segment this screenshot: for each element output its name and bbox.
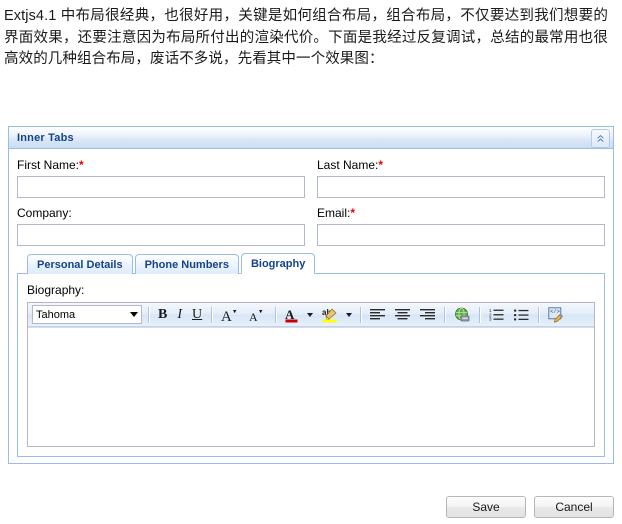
form-row-company-email: Company: Email:* bbox=[17, 205, 605, 246]
email-input[interactable] bbox=[317, 224, 605, 246]
toolbar-separator bbox=[479, 307, 480, 323]
ordered-list-icon[interactable]: 1 2 3 bbox=[484, 304, 509, 326]
underline-icon[interactable]: U bbox=[187, 304, 207, 326]
last-name-input[interactable] bbox=[317, 176, 605, 198]
biography-label: Biography: bbox=[27, 282, 595, 298]
tab-body-biography: Biography: Tahoma B I bbox=[17, 273, 605, 457]
align-left-icon[interactable] bbox=[365, 304, 390, 326]
toolbar-separator bbox=[275, 307, 276, 323]
email-label: Email: bbox=[317, 206, 350, 220]
font-color-dropdown-icon[interactable] bbox=[304, 304, 317, 326]
field-last-name: Last Name:* bbox=[317, 157, 605, 198]
tab-phone-numbers[interactable]: Phone Numbers bbox=[135, 254, 239, 274]
highlight-color-dropdown-icon[interactable] bbox=[343, 304, 356, 326]
inner-tabpanel: Personal Details Phone Numbers Biography… bbox=[17, 253, 605, 457]
svg-text:A: A bbox=[249, 310, 258, 323]
field-label: Last Name:* bbox=[317, 157, 605, 173]
panel-tools bbox=[591, 129, 610, 148]
company-input[interactable] bbox=[17, 224, 305, 246]
first-name-input[interactable] bbox=[17, 176, 305, 198]
create-link-icon[interactable] bbox=[449, 304, 475, 326]
html-editor: Tahoma B I U bbox=[27, 302, 595, 447]
required-marker: * bbox=[350, 206, 355, 220]
field-label: Email:* bbox=[317, 205, 605, 221]
font-family-select[interactable]: Tahoma bbox=[32, 305, 142, 324]
decrease-font-size-icon[interactable]: A bbox=[244, 304, 271, 326]
tab-personal-details[interactable]: Personal Details bbox=[27, 254, 133, 274]
last-name-label: Last Name: bbox=[317, 158, 378, 172]
biography-editor-area[interactable] bbox=[28, 327, 594, 446]
panel-header: Inner Tabs bbox=[9, 127, 613, 149]
form-row-names: First Name:* Last Name:* bbox=[17, 157, 605, 198]
highlight-color-icon[interactable]: ab bbox=[317, 304, 343, 326]
company-label: Company: bbox=[17, 206, 72, 220]
svg-text:</>: </> bbox=[550, 308, 560, 315]
field-first-name: First Name:* bbox=[17, 157, 305, 198]
svg-text:A: A bbox=[221, 309, 232, 323]
editor-toolbar: Tahoma B I U bbox=[28, 303, 594, 327]
unordered-list-icon[interactable] bbox=[509, 304, 534, 326]
toolbar-separator bbox=[148, 307, 149, 323]
font-color-icon[interactable]: A bbox=[280, 304, 304, 326]
source-edit-icon[interactable]: </> bbox=[543, 304, 569, 326]
collapse-up-icon[interactable] bbox=[591, 129, 610, 148]
cancel-button[interactable]: Cancel bbox=[534, 496, 614, 518]
tab-label: Phone Numbers bbox=[145, 259, 229, 271]
inner-tabs-panel: Inner Tabs First Name:* Last Name:* bbox=[8, 126, 614, 464]
toolbar-separator bbox=[538, 307, 539, 323]
toolbar-separator bbox=[444, 307, 445, 323]
required-marker: * bbox=[378, 158, 383, 172]
align-right-icon[interactable] bbox=[415, 304, 440, 326]
field-label: Company: bbox=[17, 205, 305, 221]
bold-icon[interactable]: B bbox=[153, 304, 172, 326]
svg-text:3: 3 bbox=[489, 317, 492, 321]
panel-body: First Name:* Last Name:* Company: Email:… bbox=[9, 149, 613, 463]
form-footer: Save Cancel bbox=[8, 496, 614, 518]
toolbar-separator bbox=[360, 307, 361, 323]
increase-font-size-icon[interactable]: A bbox=[216, 304, 244, 326]
save-button[interactable]: Save bbox=[446, 496, 526, 518]
tab-label: Personal Details bbox=[37, 259, 123, 271]
required-marker: * bbox=[79, 158, 84, 172]
tab-strip: Personal Details Phone Numbers Biography bbox=[17, 253, 605, 274]
field-email: Email:* bbox=[317, 205, 605, 246]
font-family-value: Tahoma bbox=[36, 309, 75, 321]
first-name-label: First Name: bbox=[17, 158, 79, 172]
page-title: Inner Tabs bbox=[9, 128, 74, 148]
chevron-down-icon bbox=[127, 312, 141, 317]
field-company: Company: bbox=[17, 205, 305, 246]
align-center-icon[interactable] bbox=[390, 304, 415, 326]
field-label: First Name:* bbox=[17, 157, 305, 173]
italic-icon[interactable]: I bbox=[172, 304, 187, 326]
tab-biography[interactable]: Biography bbox=[241, 253, 315, 274]
tab-label: Biography bbox=[251, 258, 305, 270]
toolbar-separator bbox=[211, 307, 212, 323]
article-paragraph: Extjs4.1 中布局很经典，也很好用，关键是如何组合布局，组合布局，不仅要达… bbox=[0, 0, 612, 71]
